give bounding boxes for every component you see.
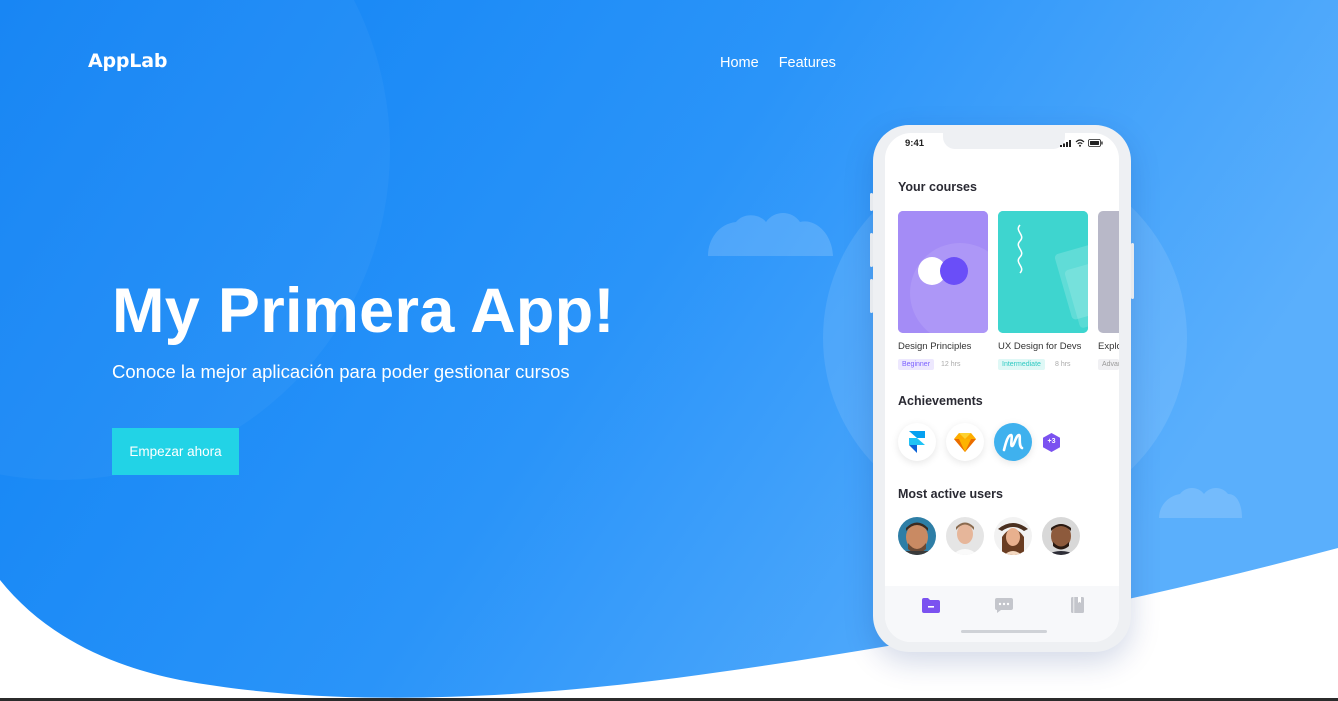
avatar[interactable] [946, 517, 984, 555]
home-indicator [961, 630, 1047, 633]
avatar[interactable] [994, 517, 1032, 555]
course-hours: 8 hrs [1055, 361, 1071, 368]
folder-icon[interactable] [922, 598, 940, 613]
start-now-button[interactable]: Empezar ahora [112, 428, 239, 475]
m-logo-icon [1002, 433, 1024, 452]
framer-icon [909, 431, 925, 453]
user-avatar-4 [1042, 517, 1080, 555]
phone-volume-down [870, 279, 873, 313]
course-hours: 12 hrs [941, 361, 961, 368]
level-badge: Beginner [898, 359, 935, 370]
course-card-explore[interactable] [1098, 211, 1119, 333]
user-avatar-2 [946, 517, 984, 555]
phone-power-button [1131, 243, 1134, 299]
brand-logo[interactable]: AppLab [88, 50, 167, 72]
book-icon[interactable] [1071, 597, 1084, 613]
nav-home-link[interactable]: Home [720, 55, 759, 71]
course-card-design-principles[interactable] [898, 211, 988, 333]
chat-icon[interactable] [995, 598, 1013, 613]
avatar[interactable] [1042, 517, 1080, 555]
level-badge: Advar [1098, 359, 1119, 370]
nav-features-link[interactable]: Features [779, 55, 836, 71]
battery-icon [1088, 139, 1103, 147]
achievement-m-logo[interactable] [994, 423, 1032, 461]
level-badge: Intermediate [998, 359, 1045, 370]
phone-screen: 9:41 Your courses Design Principles Begi… [885, 133, 1119, 642]
signal-icon [1060, 139, 1071, 147]
phone-mockup: 9:41 Your courses Design Principles Begi… [870, 125, 1134, 652]
hero-background [0, 0, 1338, 698]
course-name: Design Principles [898, 341, 972, 352]
course-name: UX Design for Devs [998, 341, 1082, 352]
achievements-title: Achievements [898, 394, 983, 408]
sketch-icon [954, 432, 976, 452]
status-icons [1060, 139, 1103, 147]
phone-volume-up [870, 233, 873, 267]
hero-subtitle: Conoce la mejor aplicación para poder ge… [112, 361, 570, 382]
more-achievements-count: +3 [1047, 438, 1056, 445]
status-time: 9:41 [905, 138, 925, 149]
achievement-sketch[interactable] [946, 423, 984, 461]
course-card-ux-design[interactable] [998, 211, 1088, 333]
user-avatar-1 [898, 517, 936, 555]
course-name: Explor [1098, 341, 1119, 352]
wifi-icon [1075, 139, 1085, 147]
course-art-circles-icon [898, 211, 988, 333]
courses-title: Your courses [898, 180, 977, 194]
user-avatar-3 [994, 517, 1032, 555]
hero-title: My Primera App! [112, 276, 615, 346]
course-art-wave-icon [998, 211, 1088, 333]
avatar[interactable] [898, 517, 936, 555]
active-users-title: Most active users [898, 487, 1003, 501]
achievement-framer[interactable] [898, 423, 936, 461]
phone-notch [943, 133, 1065, 149]
phone-tab-bar [885, 586, 1119, 642]
phone-mute-switch [870, 193, 873, 211]
main-nav: Home Features [720, 55, 836, 71]
